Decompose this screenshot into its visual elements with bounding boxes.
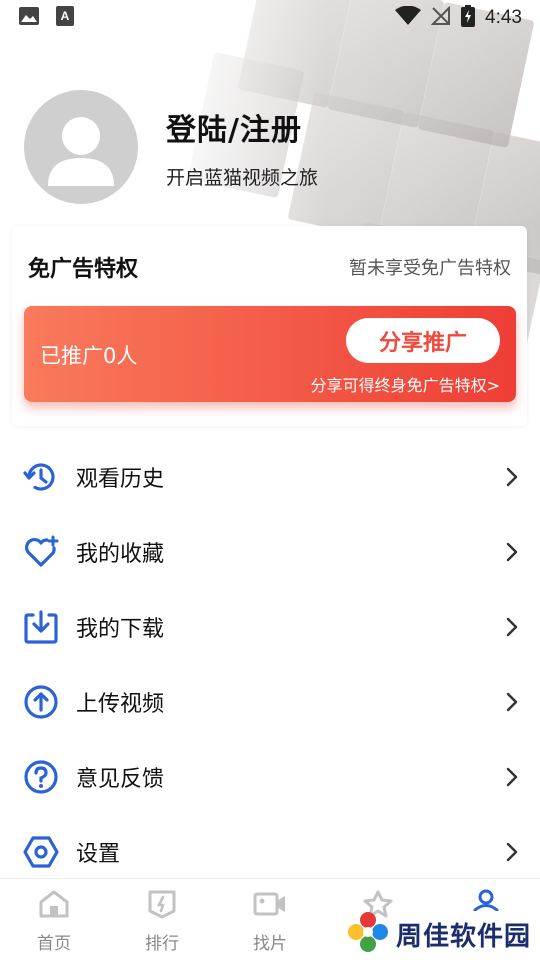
menu-label: 意见反馈 [76, 766, 165, 792]
chevron-right-icon [506, 467, 522, 487]
user-avatar-icon[interactable] [24, 90, 138, 204]
status-bar: A 4:43 [0, 0, 540, 36]
no-signal-icon [430, 5, 451, 30]
profile-subtitle: 开启蓝猫视频之旅 [166, 166, 319, 189]
battery-charging-icon [461, 5, 476, 31]
promo-box: 已推广0人 分享推广 分享可得终身免广告特权> [24, 306, 516, 402]
nav-label: 排行 [145, 934, 179, 954]
history-icon [22, 458, 60, 496]
flower-logo-icon [346, 910, 390, 958]
question-icon [22, 758, 60, 796]
menu-label: 我的收藏 [76, 541, 165, 567]
nav-label: 找片 [253, 934, 287, 954]
menu-item-downloads[interactable]: 我的下载 [0, 589, 540, 664]
menu-item-feedback[interactable]: 意见反馈 [0, 739, 540, 814]
share-promote-button[interactable]: 分享推广 [346, 318, 500, 363]
chevron-right-icon [506, 692, 522, 712]
svg-text:A: A [61, 9, 70, 23]
menu-label: 我的下载 [76, 616, 165, 642]
adfree-title: 免广告特权 [28, 257, 139, 282]
chevron-right-icon [506, 617, 522, 637]
menu-item-history[interactable]: 观看历史 [0, 439, 540, 514]
menu-label: 上传视频 [76, 691, 165, 717]
image-icon [18, 6, 40, 30]
menu-list: 观看历史 我的收藏 我的下载 上传视频 意见反馈 设置 [0, 439, 540, 889]
promo-note-link[interactable]: 分享可得终身免广告特权> [311, 372, 500, 396]
watermark: 周佳软件园 [346, 910, 531, 958]
settings-hex-icon [22, 833, 60, 871]
watermark-text: 周佳软件园 [396, 921, 532, 952]
rank-icon [146, 889, 178, 923]
text-a-icon: A [56, 6, 74, 30]
upload-icon [22, 683, 60, 721]
heart-plus-icon [22, 533, 60, 571]
menu-label: 观看历史 [76, 466, 165, 492]
login-register-title[interactable]: 登陆/注册 [166, 105, 318, 149]
nav-label: 首页 [37, 934, 71, 954]
nav-home[interactable]: 首页 [0, 879, 108, 960]
chevron-right-icon [506, 767, 522, 787]
menu-item-favorites[interactable]: 我的收藏 [0, 514, 540, 589]
menu-item-upload[interactable]: 上传视频 [0, 664, 540, 739]
profile-header[interactable]: 登陆/注册 开启蓝猫视频之旅 [24, 90, 318, 204]
chevron-right-icon [506, 542, 522, 562]
chevron-right-icon [506, 842, 522, 862]
adfree-status: 暂未享受免广告特权 [349, 258, 511, 279]
adfree-card: 免广告特权 暂未享受免广告特权 已推广0人 分享推广 分享可得终身免广告特权> [12, 226, 527, 426]
nav-rank[interactable]: 排行 [108, 879, 216, 960]
status-time: 4:43 [485, 7, 522, 28]
menu-label: 设置 [76, 841, 121, 867]
nav-find[interactable]: 找片 [216, 879, 324, 960]
home-icon [38, 889, 70, 923]
video-camera-icon [253, 889, 287, 923]
download-icon [22, 608, 60, 646]
promo-count: 已推广0人 [40, 344, 138, 368]
wifi-icon [395, 5, 422, 30]
